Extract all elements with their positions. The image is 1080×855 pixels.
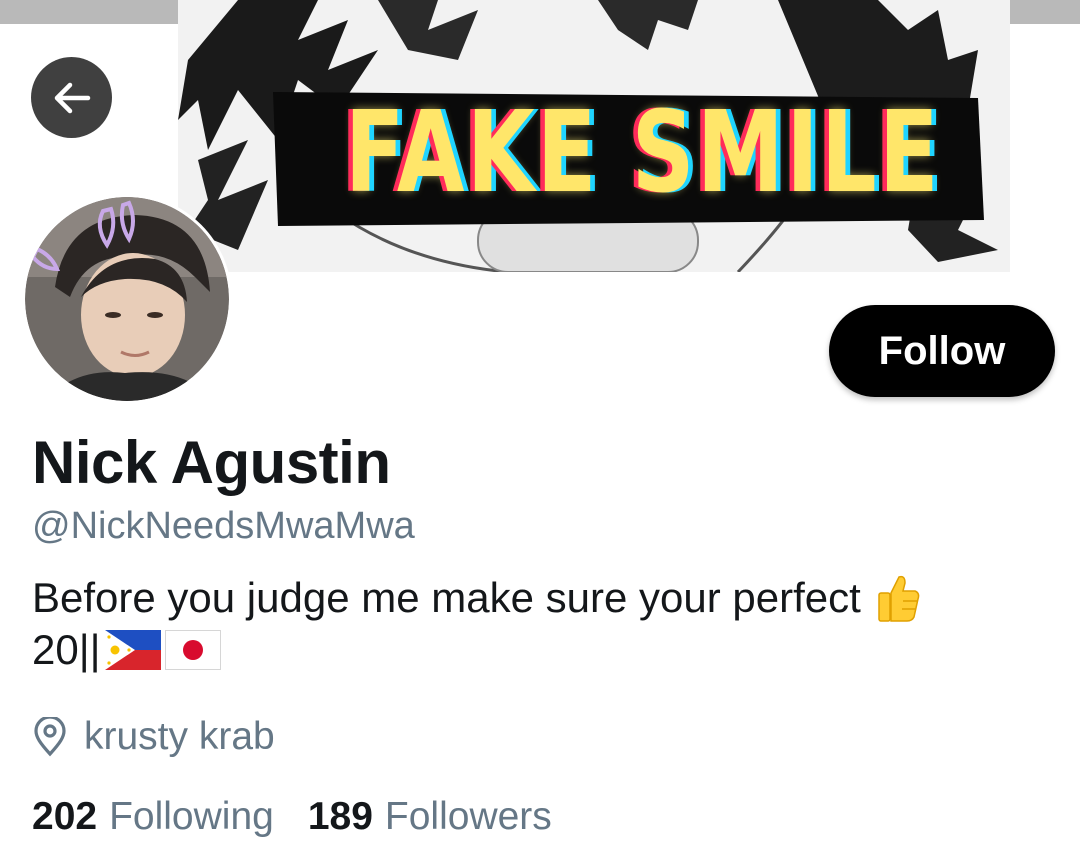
profile-banner[interactable]: FAKE SMILE [178, 0, 1010, 272]
location-pin-icon [34, 717, 66, 757]
follow-button[interactable]: Follow [829, 305, 1055, 397]
profile-bio: Before you judge me make sure your perfe… [32, 572, 1052, 676]
banner-title-text: FAKE SMILE [344, 88, 942, 218]
back-button[interactable] [31, 57, 112, 138]
profile-location: krusty krab [32, 715, 275, 759]
bio-text-1: Before you judge me make sure your perfe… [32, 574, 861, 621]
following-link[interactable]: 202 Following [32, 795, 274, 839]
location-text: krusty krab [84, 715, 275, 758]
followers-label: Followers [384, 795, 552, 838]
profile-name: Nick Agustin [32, 429, 391, 496]
avatar[interactable] [22, 194, 232, 404]
japan-flag-icon [164, 630, 221, 670]
philippines-flag-icon [104, 630, 161, 670]
thumbs-up-icon [878, 575, 920, 622]
profile-handle: @NickNeedsMwaMwa [32, 505, 415, 547]
profile-stats: 202 Following 189 Followers [32, 795, 552, 839]
bio-line-1: Before you judge me make sure your perfe… [32, 572, 1052, 624]
followers-link[interactable]: 189 Followers [308, 795, 552, 839]
following-label: Following [109, 795, 274, 838]
following-count: 202 [32, 795, 98, 838]
arrow-left-icon [54, 82, 90, 113]
followers-count: 189 [307, 795, 373, 838]
avatar-photo [25, 197, 229, 401]
bio-text-2: 20|| [32, 626, 101, 673]
bio-line-2: 20|| [32, 624, 1052, 676]
